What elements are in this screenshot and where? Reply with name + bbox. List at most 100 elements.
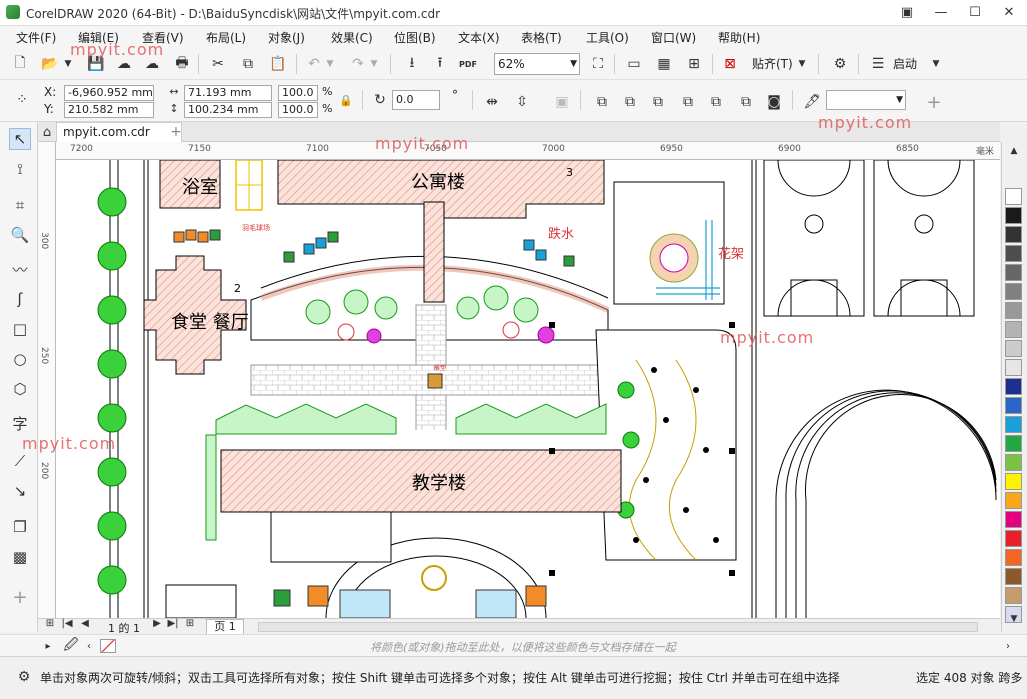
palette-left-icon[interactable]: ‹: [82, 637, 96, 655]
freehand-tool-icon[interactable]: 〰: [9, 258, 31, 280]
mirror-horizontal-icon[interactable]: ⇹: [480, 90, 504, 114]
zoom-level-select[interactable]: 62% ▼: [494, 53, 580, 75]
no-color-swatch[interactable]: [100, 639, 116, 653]
height-field[interactable]: 100.234 mm: [184, 102, 272, 118]
undo-icon[interactable]: ↶: [302, 52, 326, 76]
vertical-ruler[interactable]: 300 250 200: [38, 142, 56, 618]
palette-swatch[interactable]: [1005, 207, 1022, 224]
intersect-icon[interactable]: ⧉: [646, 90, 670, 114]
undo-dropdown-icon[interactable]: ▼: [324, 52, 336, 76]
document-tab[interactable]: mpyit.com.cdr: [56, 122, 182, 142]
mirror-vertical-icon[interactable]: ⇳: [510, 90, 534, 114]
palette-swatch[interactable]: [1005, 530, 1022, 547]
redo-dropdown-icon[interactable]: ▼: [368, 52, 380, 76]
create-boundary-icon[interactable]: ◙: [762, 90, 786, 114]
palette-swatch[interactable]: [1005, 435, 1022, 452]
back-minus-front-icon[interactable]: ⧉: [734, 90, 758, 114]
full-screen-icon[interactable]: ▭: [622, 52, 646, 76]
launch-dropdown-icon[interactable]: ▼: [930, 52, 942, 76]
palette-swatch[interactable]: [1005, 188, 1022, 205]
palette-swatch[interactable]: [1005, 378, 1022, 395]
y-position-field[interactable]: 210.582 mm: [64, 102, 154, 118]
palette-swatch[interactable]: [1005, 587, 1022, 604]
new-tab-icon[interactable]: +: [166, 122, 186, 142]
account-icon[interactable]: ▣: [890, 0, 924, 26]
first-page-icon[interactable]: |◀: [60, 615, 74, 631]
add-icon[interactable]: +: [922, 90, 946, 114]
minimize-button[interactable]: —: [924, 0, 958, 26]
text-tool-icon[interactable]: 字: [9, 412, 31, 434]
drawing-canvas[interactable]: 浴室 羽毛球场 公寓楼 3 食堂 餐厅 2 雕塑 跌水 花架 教学楼: [56, 160, 1000, 618]
next-page-icon[interactable]: ▶: [150, 615, 164, 631]
scale-y-field[interactable]: 100.0: [278, 102, 318, 118]
palette-swatch[interactable]: [1005, 283, 1022, 300]
redo-icon[interactable]: ↷: [346, 52, 370, 76]
scale-x-field[interactable]: 100.0: [278, 85, 318, 101]
artistic-media-icon[interactable]: ʃ: [9, 288, 31, 310]
pick-tool-icon[interactable]: ↖: [9, 128, 31, 150]
previous-page-icon[interactable]: ◀: [78, 615, 92, 631]
last-page-icon[interactable]: ▶|: [166, 615, 180, 631]
snap-dropdown-icon[interactable]: ▼: [796, 52, 808, 76]
new-document-icon[interactable]: 🗋: [8, 52, 32, 76]
weld-icon[interactable]: ⧉: [590, 90, 614, 114]
ellipse-tool-icon[interactable]: ○: [9, 348, 31, 370]
rotation-field[interactable]: 0.0: [392, 90, 440, 110]
x-position-field[interactable]: -6,960.952 mm: [64, 85, 154, 101]
menu-object[interactable]: 对象(J): [268, 29, 305, 46]
snap-off-icon[interactable]: ⊠: [718, 52, 742, 76]
polygon-tool-icon[interactable]: ⬡: [9, 378, 31, 400]
cut-icon[interactable]: ✂: [206, 52, 230, 76]
publish-pdf-icon[interactable]: PDF: [456, 52, 480, 76]
close-button[interactable]: ✕: [992, 0, 1026, 26]
palette-swatch[interactable]: [1005, 511, 1022, 528]
palette-swatch[interactable]: [1005, 492, 1022, 509]
palette-swatch[interactable]: [1005, 302, 1022, 319]
reference-point-icon[interactable]: ⁘: [10, 88, 34, 112]
horizontal-scrollbar[interactable]: [258, 622, 978, 632]
launch-icon[interactable]: ☰: [866, 52, 890, 76]
connector-tool-icon[interactable]: ↘: [9, 480, 31, 502]
palette-swatch[interactable]: [1005, 568, 1022, 585]
outline-pen-icon[interactable]: 🖋: [800, 90, 824, 114]
palette-swatch[interactable]: [1005, 245, 1022, 262]
palette-swatch[interactable]: [1005, 549, 1022, 566]
menu-bitmaps[interactable]: 位图(B): [394, 29, 436, 46]
palette-swatch[interactable]: [1005, 321, 1022, 338]
print-icon[interactable]: 🖶: [170, 52, 194, 76]
campus-plan-drawing[interactable]: 浴室 羽毛球场 公寓楼 3 食堂 餐厅 2 雕塑 跌水 花架 教学楼: [56, 160, 1000, 618]
trim-icon[interactable]: ⧉: [618, 90, 642, 114]
show-guidelines-icon[interactable]: ⊞: [682, 52, 706, 76]
page-tab[interactable]: 页 1: [206, 619, 244, 635]
palette-swatch[interactable]: [1005, 359, 1022, 376]
combine-icon[interactable]: ▣: [550, 90, 574, 114]
palette-scroll-down-icon[interactable]: ▼: [1004, 612, 1024, 626]
add-page-after-icon[interactable]: ⊞: [182, 615, 198, 631]
transparency-tool-icon[interactable]: ▩: [9, 546, 31, 568]
menu-tools[interactable]: 工具(O): [586, 29, 629, 46]
menu-file[interactable]: 文件(F): [16, 29, 56, 46]
show-grid-icon[interactable]: ▦: [652, 52, 676, 76]
horizontal-ruler[interactable]: 7200 7150 7100 7050 7000 6950 6900 6850 …: [56, 142, 1000, 160]
palette-swatch[interactable]: [1005, 226, 1022, 243]
menu-effects[interactable]: 效果(C): [331, 29, 373, 46]
paste-icon[interactable]: 📋: [266, 52, 290, 76]
customize-tools-icon[interactable]: +: [9, 586, 31, 608]
home-icon[interactable]: ⌂: [38, 122, 56, 142]
menu-window[interactable]: 窗口(W): [651, 29, 696, 46]
palette-expand-icon[interactable]: ▸: [40, 637, 56, 655]
open-icon[interactable]: 📂: [38, 52, 62, 76]
drop-shadow-icon[interactable]: ❐: [9, 516, 31, 538]
eyedropper-icon[interactable]: 🖉: [62, 637, 80, 655]
add-page-icon[interactable]: ⊞: [42, 615, 58, 631]
menu-layout[interactable]: 布局(L): [206, 29, 246, 46]
palette-swatch[interactable]: [1005, 264, 1022, 281]
width-field[interactable]: 71.193 mm: [184, 85, 272, 101]
copy-icon[interactable]: ⧉: [236, 52, 260, 76]
zoom-to-page-icon[interactable]: ⛶: [586, 52, 610, 76]
crop-tool-icon[interactable]: ⌗: [9, 194, 31, 216]
palette-swatch[interactable]: [1005, 473, 1022, 490]
palette-swatch[interactable]: [1005, 397, 1022, 414]
snap-to-dropdown[interactable]: 贴齐(T): [752, 55, 793, 72]
options-gear-icon[interactable]: ⚙: [828, 52, 852, 76]
